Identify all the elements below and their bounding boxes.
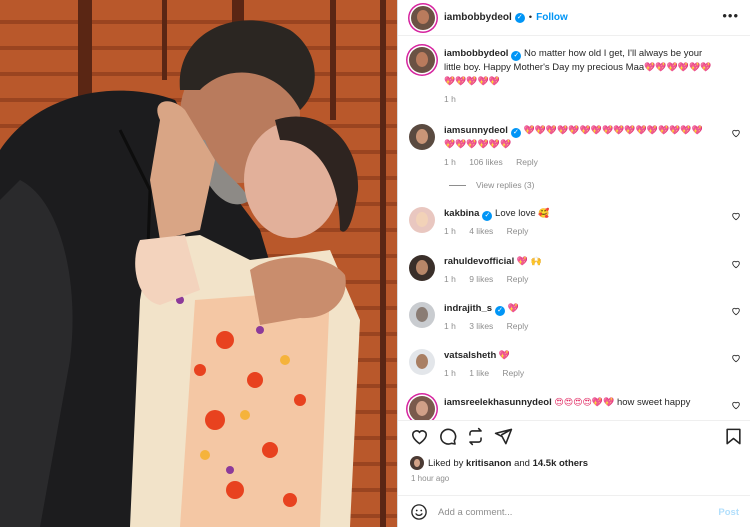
comment-time: 1 h xyxy=(444,274,456,284)
comment-text: how sweet happy xyxy=(616,397,691,408)
commenter-avatar[interactable] xyxy=(409,349,435,375)
comment-item: rahuldevofficial 💖 🙌 1 h 9 likes Reply xyxy=(409,255,745,286)
commenter-username[interactable]: rahuldevofficial xyxy=(444,256,514,267)
comment-input[interactable]: Add a comment... xyxy=(438,507,718,518)
post-actions: Liked by kritisanon and 14.5k others 1 h… xyxy=(398,420,750,527)
view-replies-button[interactable]: View replies (3) xyxy=(449,180,534,190)
comment-likes[interactable]: 1 like xyxy=(469,368,489,378)
liker-username[interactable]: kritisanon xyxy=(466,458,511,469)
reply-button[interactable]: Reply xyxy=(516,157,538,167)
comment-item: iamsreelekhasunnydeol 😍😍😍😍💖💖 how sweet h… xyxy=(409,396,745,420)
comment-emojis: 🥰 xyxy=(538,209,550,219)
post-photo[interactable] xyxy=(0,0,397,527)
post-time: 1 hour ago xyxy=(411,474,450,483)
reply-button[interactable]: Reply xyxy=(507,321,529,331)
caption-time: 1 h xyxy=(444,94,456,104)
share-icon[interactable] xyxy=(494,427,513,446)
comments-list[interactable]: iambobbydeol ✓ No matter how old I get, I… xyxy=(398,37,750,420)
verified-badge: ✓ xyxy=(495,306,506,316)
commenter-username[interactable]: kakbina xyxy=(444,208,479,219)
reply-button[interactable]: Reply xyxy=(507,274,529,284)
heart-icon[interactable] xyxy=(731,400,741,410)
liked-by-prefix: Liked by xyxy=(428,457,464,469)
verified-badge: ✓ xyxy=(514,12,525,23)
comment-likes[interactable]: 4 likes xyxy=(469,226,493,236)
comment-item: iamsunnydeol ✓ 💖💖💖💖💖💖💖💖💖💖💖💖💖💖💖💖💖💖💖💖💖💖 1 h… xyxy=(409,124,745,169)
author-username[interactable]: iambobbydeol xyxy=(444,12,512,23)
verified-badge: ✓ xyxy=(482,211,493,221)
comment-likes[interactable]: 3 likes xyxy=(469,321,493,331)
post-comment-button[interactable]: Post xyxy=(718,507,739,518)
verified-badge: ✓ xyxy=(511,51,522,61)
comment-emojis: 😍😍😍😍💖💖 xyxy=(554,398,615,408)
comment-time: 1 h xyxy=(444,321,456,331)
repost-icon[interactable] xyxy=(466,427,485,446)
comment-time: 1 h xyxy=(444,157,456,167)
reply-button[interactable]: Reply xyxy=(502,368,524,378)
comment-likes[interactable]: 106 likes xyxy=(469,157,503,167)
heart-icon[interactable] xyxy=(731,306,741,316)
commenter-username[interactable]: iamsreelekhasunnydeol xyxy=(444,397,552,408)
liked-by-and: and xyxy=(514,457,530,469)
commenter-username[interactable]: iamsunnydeol xyxy=(444,125,508,136)
follow-button[interactable]: Follow xyxy=(536,12,568,23)
heart-icon[interactable] xyxy=(731,259,741,269)
commenter-username[interactable]: indrajith_s xyxy=(444,303,492,314)
caption-avatar[interactable] xyxy=(409,47,435,73)
caption: iambobbydeol ✓ No matter how old I get, I… xyxy=(409,47,745,106)
caption-username[interactable]: iambobbydeol xyxy=(444,48,508,59)
more-options-icon[interactable]: ••• xyxy=(722,9,739,22)
commenter-username[interactable]: vatsalsheth xyxy=(444,350,496,361)
post-side-panel: iambobbydeol ✓ • Follow ••• iambobbydeol… xyxy=(397,0,750,527)
commenter-avatar[interactable] xyxy=(409,396,435,420)
comment-time: 1 h xyxy=(444,226,456,236)
heart-icon[interactable] xyxy=(731,128,741,138)
photo-illustration xyxy=(0,0,397,527)
smiley-icon[interactable] xyxy=(410,503,428,521)
save-icon[interactable] xyxy=(724,427,743,446)
commenter-avatar[interactable] xyxy=(409,124,435,150)
comment-item: kakbina ✓ Love love 🥰 1 h 4 likes Reply xyxy=(409,207,745,238)
comment-text: Love love xyxy=(495,208,536,219)
comment-item: vatsalsheth 💖 1 h 1 like Reply xyxy=(409,349,745,380)
liker-avatar[interactable] xyxy=(410,456,424,470)
heart-icon[interactable] xyxy=(731,353,741,363)
likes-summary: Liked by kritisanon and 14.5k others xyxy=(410,456,588,470)
commenter-avatar[interactable] xyxy=(409,207,435,233)
reply-button[interactable]: Reply xyxy=(507,226,529,236)
comment-icon[interactable] xyxy=(438,427,457,446)
likes-count[interactable]: 14.5k others xyxy=(533,458,588,469)
post-header: iambobbydeol ✓ • Follow ••• xyxy=(398,0,750,36)
add-comment-bar: Add a comment... Post xyxy=(398,495,750,527)
comment-emojis: 💖 xyxy=(498,351,511,361)
comment-emojis: 💖 xyxy=(507,304,519,314)
comment-likes[interactable]: 9 likes xyxy=(469,274,493,284)
comment-time: 1 h xyxy=(444,368,456,378)
heart-icon[interactable] xyxy=(731,211,741,221)
verified-badge: ✓ xyxy=(510,128,521,138)
commenter-avatar[interactable] xyxy=(409,302,435,328)
comment-item: indrajith_s ✓ 💖 1 h 3 likes Reply xyxy=(409,302,745,333)
heart-icon[interactable] xyxy=(410,427,429,446)
author-avatar[interactable] xyxy=(411,5,435,30)
comment-emojis: 💖 🙌 xyxy=(516,257,543,267)
separator-dot: • xyxy=(528,12,533,23)
commenter-avatar[interactable] xyxy=(409,255,435,281)
